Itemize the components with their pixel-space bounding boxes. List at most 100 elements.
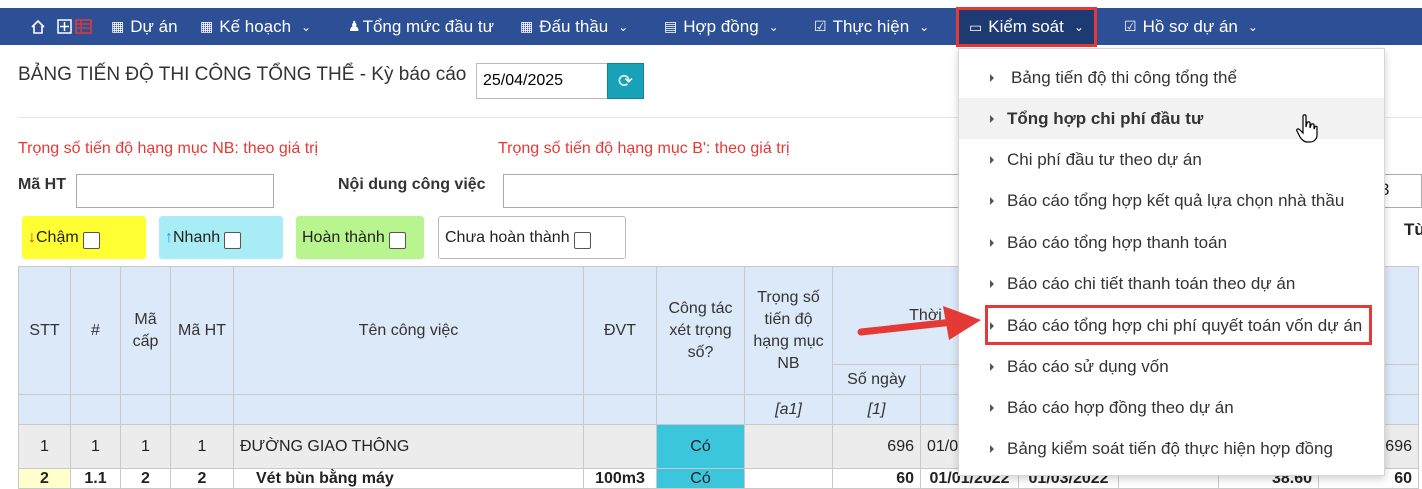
filter-nhanh-label: Nhanh xyxy=(173,228,221,246)
col-ma-ht: Mã HT xyxy=(170,266,234,395)
filter-hoan-thanh-label: Hoàn thành xyxy=(302,228,385,246)
caret-right-icon xyxy=(990,73,994,82)
filter-nhanh[interactable]: ↑ Nhanh xyxy=(159,216,283,259)
menu-item-ket-qua-lcnt[interactable]: Báo cáo tổng hợp kết quả lựa chọn nhà th… xyxy=(959,180,1384,221)
hand-cursor-icon xyxy=(1296,114,1318,143)
cell-blank xyxy=(744,468,833,489)
refresh-button[interactable]: ⟳ xyxy=(607,63,644,99)
chevron-down-icon: ⌄ xyxy=(1247,19,1258,34)
filter-hoan-thanh-checkbox[interactable] xyxy=(388,232,406,249)
menu-item-bang-tien-do[interactable]: Bảng tiến độ thi công tổng thể xyxy=(959,57,1384,98)
menu-item-chi-tiet-thanh-toan[interactable]: Báo cáo chi tiết thanh toán theo dự án xyxy=(959,263,1384,304)
caret-right-icon xyxy=(990,238,994,247)
cell-co: Có xyxy=(656,424,745,469)
grid-add-icon[interactable] xyxy=(57,8,95,45)
ref-a1: [a1] xyxy=(744,394,833,425)
nav-ke-hoach[interactable]: ▦ Kế hoạch ⌄ xyxy=(200,8,311,45)
menu-item-tong-hop-thanh-toan[interactable]: Báo cáo tổng hợp thanh toán xyxy=(959,222,1384,263)
menu-item-su-dung-von[interactable]: Báo cáo sử dụng vốn xyxy=(959,346,1384,387)
top-navbar: ▦ Dự án ▦ Kế hoạch ⌄ ♟ Tổng mức đầu tư ▦… xyxy=(0,0,1422,47)
cell-dvt: 100m3 xyxy=(583,468,657,489)
caret-right-icon xyxy=(990,196,994,205)
nav-du-an[interactable]: ▦ Dự án xyxy=(111,8,178,45)
ref-blank xyxy=(170,394,234,425)
kiem-soat-dropdown: Bảng tiến độ thi công tổng thể Tổng hợp … xyxy=(958,48,1385,476)
menu-item-label: Báo cáo sử dụng vốn xyxy=(1007,356,1169,376)
filter-chua-hoan-thanh-label: Chưa hoàn thành xyxy=(445,228,570,246)
caret-right-icon xyxy=(990,155,994,164)
clipped-tu-label: Từ xyxy=(1404,220,1422,239)
nav-kiem-soat-label: Kiểm soát xyxy=(988,17,1064,36)
ref-blank xyxy=(120,394,171,425)
nav-thuc-hien-label: Thực hiện xyxy=(832,16,910,36)
red-arrow-icon xyxy=(857,306,981,340)
cell-ma-cap: 2 xyxy=(120,468,171,489)
filter-cham-checkbox[interactable] xyxy=(82,232,100,249)
cell-blank xyxy=(583,424,657,469)
menu-item-label: Bảng tiến độ thi công tổng thể xyxy=(1011,67,1237,87)
caret-right-icon xyxy=(990,362,994,371)
home-icon[interactable] xyxy=(30,8,46,45)
cell-ten: Vét bùn bằng máy xyxy=(233,468,584,489)
col-trong-so: Trọng số tiến độ hạng mục NB xyxy=(744,266,833,395)
menu-item-hop-dong-theo-du-an[interactable]: Báo cáo hợp đồng theo dự án xyxy=(959,387,1384,428)
report-date-input[interactable] xyxy=(476,63,608,99)
col-so-ngay: Số ngày xyxy=(832,364,921,395)
menu-item-label: Bảng kiểm soát tiến độ thực hiện hợp đồn… xyxy=(1007,438,1333,458)
cell-stt: 1 xyxy=(18,424,71,469)
nav-tong-muc-dau-tu[interactable]: ♟ Tổng mức đầu tư xyxy=(348,8,494,45)
ref-blank xyxy=(583,394,657,425)
ma-ht-label: Mã HT xyxy=(18,176,66,193)
nav-ke-hoach-label: Kế hoạch xyxy=(219,16,292,36)
col-ten-cong-viec: Tên công việc xyxy=(233,266,584,395)
chevron-down-icon: ⌄ xyxy=(1073,20,1084,34)
menu-item-label: Báo cáo hợp đồng theo dự án xyxy=(1007,397,1234,417)
nav-hop-dong[interactable]: ▤ Hợp đồng ⌄ xyxy=(664,8,779,45)
cell-so-ngay: 60 xyxy=(832,468,921,489)
caret-right-icon xyxy=(990,279,994,288)
caret-right-icon xyxy=(990,444,994,453)
caret-right-icon xyxy=(990,403,994,412)
cell-so-ngay: 696 xyxy=(832,424,921,469)
nav-kiem-soat[interactable]: ▭ Kiểm soát ⌄ xyxy=(956,7,1097,47)
cell-ten: ĐƯỜNG GIAO THÔNG xyxy=(233,424,584,469)
menu-item-label: Báo cáo chi tiết thanh toán theo dự án xyxy=(1007,273,1296,293)
cell-blank xyxy=(744,424,833,469)
nav-thuc-hien[interactable]: ☑ Thực hiện ⌄ xyxy=(814,8,929,45)
menu-item-tong-hop-chi-phi[interactable]: Tổng hợp chi phí đầu tư xyxy=(959,98,1384,139)
calendar-icon: ▦ xyxy=(200,18,214,34)
chevron-down-icon: ⌄ xyxy=(618,19,629,34)
checkbox-icon: ☑ xyxy=(814,18,827,34)
refresh-icon: ⟳ xyxy=(617,70,634,91)
note-nb: Trọng số tiến độ hạng mục NB: theo giá t… xyxy=(18,140,319,157)
nav-ho-so-du-an[interactable]: ☑ Hồ sơ dự án ⌄ xyxy=(1124,8,1258,45)
caret-right-icon xyxy=(990,114,994,123)
ref-1: [1] xyxy=(832,394,921,425)
ref-blank xyxy=(18,394,71,425)
arrow-up-icon: ↑ xyxy=(165,228,173,246)
menu-item-kiem-soat-tien-do-hd[interactable]: Bảng kiểm soát tiến độ thực hiện hợp đồn… xyxy=(959,428,1384,469)
nav-du-an-label: Dự án xyxy=(130,16,178,36)
note-b: Trọng số tiến độ hạng mục B': theo giá t… xyxy=(498,140,790,157)
chevron-down-icon: ⌄ xyxy=(919,19,930,34)
col-dvt: ĐVT xyxy=(583,266,657,395)
col-stt: STT xyxy=(18,266,71,395)
ref-blank xyxy=(656,394,745,425)
calendar-icon: ▦ xyxy=(111,18,125,34)
filter-chua-hoan-thanh[interactable]: Chưa hoàn thành xyxy=(438,216,626,259)
nav-hop-dong-label: Hợp đồng xyxy=(683,16,759,36)
document-icon: ▤ xyxy=(664,18,678,34)
nav-dau-thau[interactable]: ▦ Đấu thầu ⌄ xyxy=(520,8,628,45)
filter-cham[interactable]: ↓ Chậm xyxy=(22,216,146,259)
cell-ma-ht: 1 xyxy=(170,424,234,469)
col-hash: # xyxy=(70,266,121,395)
cell-ma-ht: 2 xyxy=(170,468,234,489)
filter-nhanh-checkbox[interactable] xyxy=(224,232,242,249)
menu-item-chi-phi-theo-du-an[interactable]: Chi phí đầu tư theo dự án xyxy=(959,139,1384,180)
menu-item-label: Tổng hợp chi phí đầu tư xyxy=(1007,108,1204,128)
col-cong-tac: Công tác xét trọng số? xyxy=(656,266,745,395)
nav-dau-thau-label: Đấu thầu xyxy=(539,16,609,36)
filter-chua-hoan-thanh-checkbox[interactable] xyxy=(573,232,591,249)
ma-ht-input[interactable] xyxy=(76,174,274,208)
filter-hoan-thanh[interactable]: Hoàn thành xyxy=(296,216,424,259)
